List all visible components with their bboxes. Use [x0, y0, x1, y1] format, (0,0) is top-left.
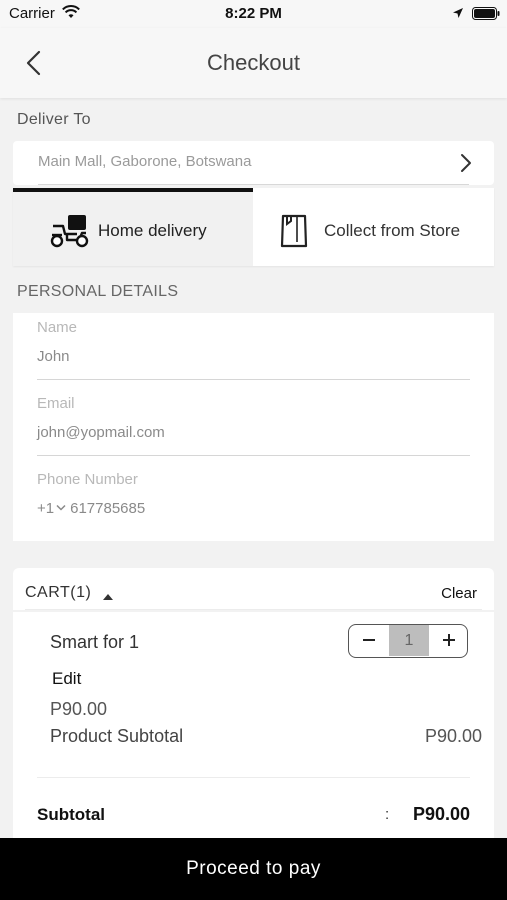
phone-field[interactable]: Phone Number +1 617785685 — [37, 471, 470, 517]
phone-value: 617785685 — [70, 500, 146, 517]
email-field[interactable]: Email john@yopmail.com — [37, 395, 470, 456]
name-underline — [37, 379, 470, 380]
edit-item-button[interactable]: Edit — [52, 669, 81, 689]
decrease-quantity-button[interactable] — [349, 625, 389, 656]
name-value: John — [37, 348, 70, 365]
quantity-stepper: 1 — [348, 624, 468, 658]
address-selector[interactable]: Main Mall, Gaborone, Botswana — [13, 141, 494, 185]
subtotal-separator: : — [385, 806, 390, 823]
personal-details-form: Name John Email john@yopmail.com Phone N… — [13, 313, 494, 541]
address-text: Main Mall, Gaborone, Botswana — [38, 153, 252, 170]
name-field[interactable]: Name John — [37, 319, 470, 380]
battery-icon — [472, 7, 500, 24]
personal-details-heading: PERSONAL DETAILS — [17, 283, 179, 300]
location-arrow-icon — [452, 6, 464, 23]
product-subtotal-label: Product Subtotal — [50, 726, 184, 746]
proceed-to-pay-button[interactable]: Proceed to pay — [0, 838, 507, 900]
chevron-down-icon — [54, 500, 70, 517]
delivery-scooter-icon — [49, 214, 89, 253]
tab-collect-from-store[interactable]: Collect from Store — [253, 188, 494, 266]
tab-home-delivery-label: Home delivery — [98, 221, 207, 240]
name-label: Name — [37, 319, 78, 336]
status-bar: Carrier 8:22 PM — [0, 0, 507, 28]
clock: 8:22 PM — [225, 5, 282, 22]
deliver-to-label: Deliver To — [17, 111, 91, 128]
country-code-selector[interactable]: +1 — [37, 500, 70, 517]
chevron-right-icon — [460, 153, 472, 178]
cart-title: CART(1) — [25, 584, 92, 601]
country-code: +1 — [37, 500, 55, 517]
caret-up-icon — [102, 588, 114, 606]
cart-divider — [37, 777, 470, 778]
subtotal-label: Subtotal — [37, 805, 105, 824]
phone-row: +1 617785685 — [37, 500, 470, 517]
product-name: Smart for 1 — [50, 632, 140, 652]
email-underline — [37, 455, 470, 456]
page-title: Checkout — [207, 50, 300, 75]
subtotal-value: P90.00 — [412, 804, 470, 824]
cart-header-divider — [25, 609, 482, 610]
increase-quantity-button[interactable] — [429, 625, 467, 656]
product-subtotal-value: P90.00 — [424, 726, 482, 746]
cart-item-panel: Smart for 1 1 Edit P90.00 Product Subtot… — [13, 612, 494, 840]
navigation-bar: Checkout — [0, 28, 507, 98]
tab-home-delivery[interactable]: Home delivery — [13, 188, 253, 266]
quantity-value: 1 — [389, 625, 429, 656]
tab-collect-from-store-label: Collect from Store — [324, 221, 461, 240]
email-value: john@yopmail.com — [37, 424, 165, 441]
cart-header[interactable]: CART(1) Clear — [13, 568, 494, 610]
clear-cart-button[interactable]: Clear — [441, 585, 477, 602]
phone-label: Phone Number — [37, 471, 138, 488]
email-label: Email — [37, 395, 75, 412]
delivery-options: Home delivery Collect from Store — [13, 188, 494, 266]
address-underline — [38, 184, 469, 185]
item-price: P90.00 — [50, 699, 108, 719]
shopping-bag-icon — [279, 212, 309, 253]
